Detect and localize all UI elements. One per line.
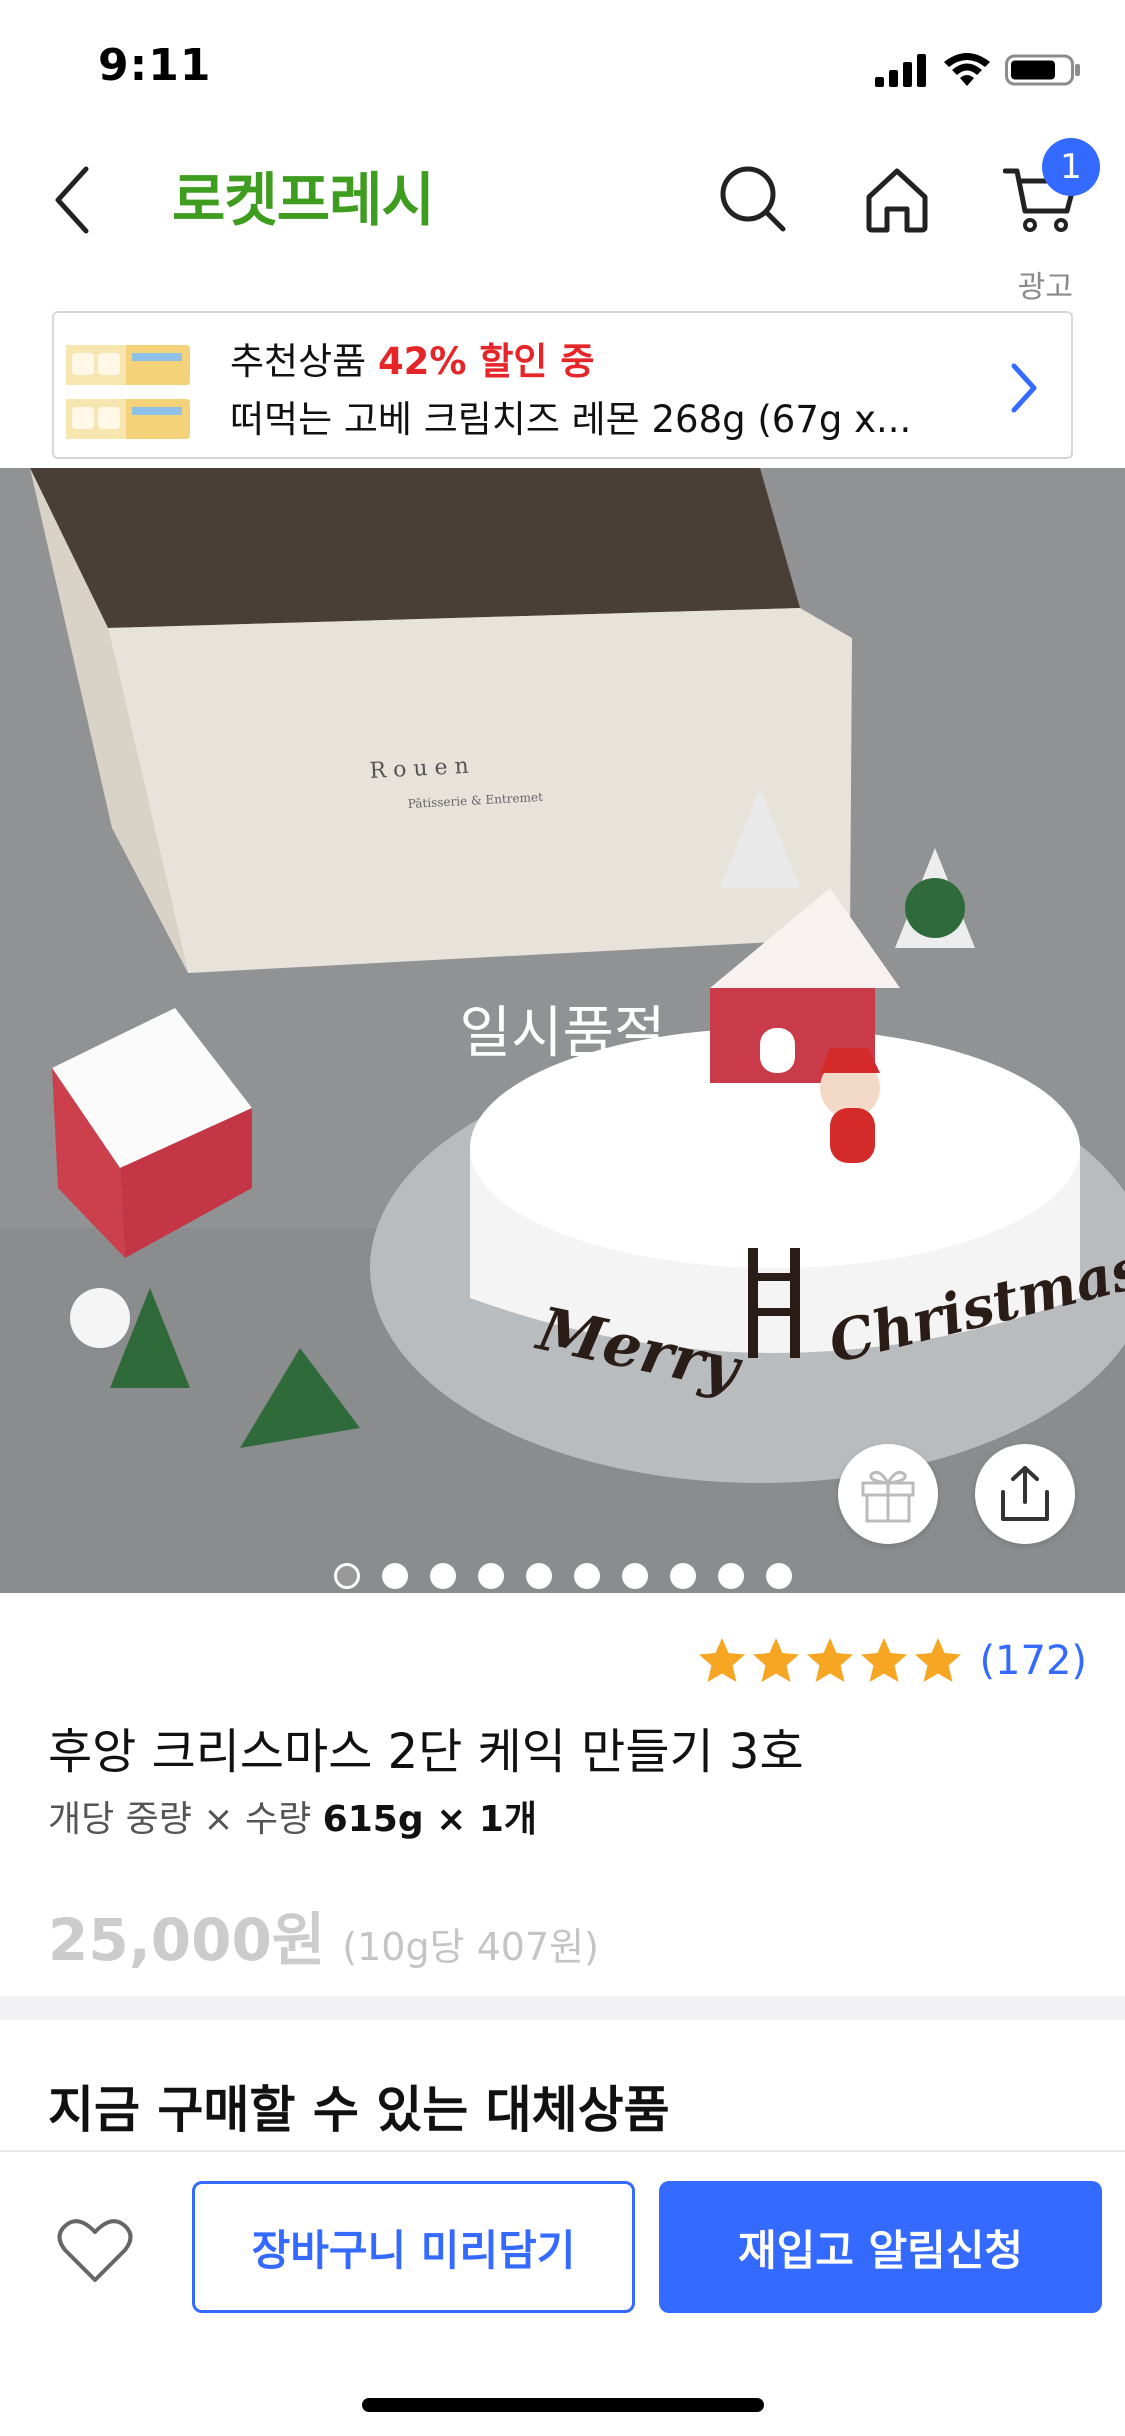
star-icon — [699, 1638, 746, 1682]
home-button[interactable] — [852, 154, 942, 244]
star-icon — [861, 1638, 908, 1682]
back-button[interactable] — [42, 160, 102, 240]
carousel-dot[interactable] — [477, 1563, 504, 1589]
unit-value: 615g × 1개 — [322, 1799, 537, 1840]
ad-label: 광고 — [1017, 270, 1073, 305]
gift-button[interactable] — [838, 1444, 938, 1544]
brand-title[interactable]: 로켓프레시 — [172, 160, 435, 240]
restock-alert-button[interactable]: 재입고 알림신청 — [659, 2181, 1102, 2313]
app-header: 로켓프레시 1 — [0, 132, 1125, 262]
status-icons — [875, 48, 1081, 92]
alternative-products-title: 지금 구매할 수 있는 대체상품 — [48, 2081, 670, 2139]
search-icon — [720, 166, 786, 232]
soldout-overlay-label: 일시품절 — [459, 1001, 666, 1066]
ad-prefix: 추천상품 — [230, 340, 367, 383]
star-icon — [753, 1638, 800, 1682]
signal-icon — [875, 54, 926, 87]
cart-button[interactable]: 1 — [996, 138, 1100, 244]
share-icon — [1001, 1466, 1049, 1521]
back-chevron-icon — [55, 166, 89, 234]
home-indicator — [362, 2398, 764, 2412]
carousel-dot[interactable] — [381, 1563, 408, 1589]
chevron-right-icon — [1011, 363, 1037, 413]
ad-discount: 42% 할인 중 — [377, 340, 595, 383]
unit-label: 개당 중량 × 수량 — [48, 1799, 312, 1840]
product-image-carousel[interactable]: R o u e n Pâtisserie & Entremet Merry Ch… — [0, 468, 1125, 1593]
carousel-dots — [0, 1563, 1125, 1589]
section-divider — [0, 1996, 1125, 2020]
home-icon — [866, 168, 928, 233]
bottom-action-bar: 장바구니 미리담기 재입고 알림신청 — [0, 2150, 1125, 2436]
star-icon — [807, 1638, 854, 1682]
price-line: 25,000원 (10g당 407원) — [48, 1893, 599, 1977]
carousel-dot[interactable] — [525, 1563, 552, 1589]
wifi-icon — [944, 53, 990, 86]
cart-count-badge: 1 — [1042, 138, 1100, 196]
box-brand-text: R o u e n — [369, 754, 469, 784]
gift-icon — [861, 1470, 915, 1523]
battery-icon — [1005, 54, 1080, 86]
carousel-dot[interactable] — [621, 1563, 648, 1589]
review-count[interactable]: (172) — [979, 1638, 1087, 1684]
ad-chevron — [999, 353, 1049, 423]
status-bar: 9:11 — [0, 0, 1125, 132]
product-title: 후앙 크리스마스 2단 케익 만들기 3호 — [48, 1724, 804, 1780]
carousel-dot[interactable] — [717, 1563, 744, 1589]
price: 25,000원 — [48, 1906, 326, 1974]
carousel-dot[interactable] — [333, 1563, 360, 1589]
status-time: 9:11 — [98, 40, 212, 91]
search-button[interactable] — [708, 154, 798, 244]
ad-headline: 추천상품 42% 할인 중 — [230, 331, 594, 385]
star-icon — [915, 1638, 962, 1682]
share-button[interactable] — [975, 1444, 1075, 1544]
carousel-dot[interactable] — [429, 1563, 456, 1589]
cart-preadd-button[interactable]: 장바구니 미리담기 — [192, 2181, 635, 2313]
unit-info: 개당 중량 × 수량 615g × 1개 — [48, 1790, 537, 1842]
heart-icon — [57, 2219, 133, 2282]
carousel-dot[interactable] — [765, 1563, 792, 1589]
ad-banner[interactable]: 추천상품 42% 할인 중 떠먹는 고베 크림치즈 레몬 268g (67g x… — [52, 311, 1073, 459]
carousel-dot[interactable] — [573, 1563, 600, 1589]
rating-stars — [697, 1636, 963, 1686]
rating[interactable]: (172) — [697, 1636, 1087, 1686]
carousel-dot[interactable] — [669, 1563, 696, 1589]
ad-product-thumbnail — [62, 323, 192, 451]
wishlist-button[interactable] — [50, 2206, 140, 2296]
unit-price: (10g당 407원) — [342, 1925, 599, 1969]
ad-product-name: 떠먹는 고베 크림치즈 레몬 268g (67g x... — [230, 398, 912, 441]
